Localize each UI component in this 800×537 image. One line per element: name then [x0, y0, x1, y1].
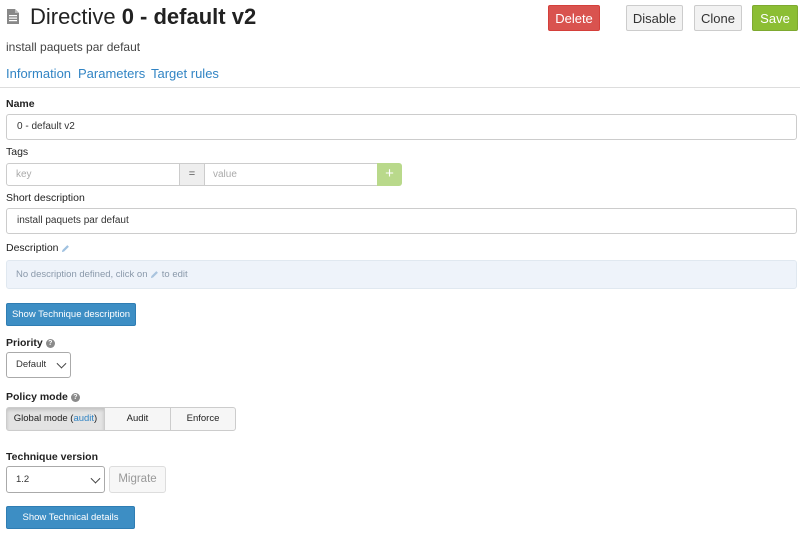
help-icon[interactable]: ? — [45, 338, 55, 348]
description-label-row: Description — [6, 242, 70, 254]
global-mode-text: Global mode ( — [13, 413, 74, 424]
short-description-input[interactable]: install paquets par defaut — [6, 208, 797, 234]
tab-information[interactable]: Information — [6, 66, 71, 81]
help-icon[interactable]: ? — [70, 392, 80, 402]
directive-name: 0 - default v2 — [121, 4, 257, 29]
global-mode-close-paren: ) — [94, 413, 98, 424]
save-button[interactable]: Save — [752, 5, 798, 31]
tag-equals-sign: = — [179, 163, 205, 186]
priority-label: Priority — [6, 337, 43, 349]
priority-label-row: Priority? — [6, 337, 55, 349]
clone-button[interactable]: Clone — [694, 5, 742, 31]
technique-version-value: 1.2 — [16, 474, 30, 485]
page-subtitle: install paquets par defaut — [6, 40, 141, 54]
name-input[interactable]: 0 - default v2 — [6, 114, 797, 140]
delete-button[interactable]: Delete — [548, 5, 600, 31]
policy-mode-enforce-button[interactable]: Enforce — [170, 407, 236, 431]
description-empty-suffix: to edit — [161, 269, 188, 280]
technique-version-select[interactable]: 1.2 — [6, 466, 105, 493]
title-prefix: Directive — [30, 4, 116, 29]
tags-label: Tags — [6, 146, 29, 158]
page-title: Directive 0 - default v2 — [30, 3, 256, 31]
priority-select[interactable]: Default — [6, 352, 71, 378]
disable-button[interactable]: Disable — [626, 5, 683, 31]
global-mode-audit-link: audit — [73, 413, 95, 424]
description-empty-prefix: No description defined, click on — [16, 269, 148, 280]
tab-target-rules[interactable]: Target rules — [151, 66, 219, 81]
pencil-icon[interactable] — [61, 244, 70, 253]
tag-value-input[interactable]: value — [204, 163, 378, 186]
policy-mode-global-button[interactable]: Global mode (audit) — [6, 407, 105, 431]
name-label: Name — [6, 98, 35, 110]
add-tag-button[interactable]: + — [377, 163, 402, 186]
chevron-down-icon — [56, 358, 67, 369]
pencil-icon — [151, 271, 159, 279]
page-header: Directive 0 - default v2 Delete Disable … — [0, 0, 800, 36]
policy-mode-label-row: Policy mode? — [6, 391, 80, 403]
chevron-down-icon — [90, 473, 101, 484]
migrate-button[interactable]: Migrate — [109, 466, 166, 493]
show-technical-details-button[interactable]: Show Technical details — [6, 506, 135, 529]
technique-version-label: Technique version — [6, 451, 98, 463]
description-label: Description — [6, 242, 59, 254]
tab-parameters[interactable]: Parameters — [78, 66, 145, 81]
tab-bar: Information Parameters Target rules — [0, 66, 800, 88]
document-icon — [7, 9, 19, 24]
show-technique-description-button[interactable]: Show Technique description — [6, 303, 136, 326]
policy-mode-label: Policy mode — [6, 391, 68, 403]
priority-value: Default — [16, 359, 47, 370]
tag-key-input[interactable]: key — [6, 163, 180, 186]
description-empty-box[interactable]: No description defined, click on to edit — [6, 260, 797, 289]
short-description-label: Short description — [6, 192, 85, 204]
policy-mode-audit-button[interactable]: Audit — [104, 407, 171, 431]
